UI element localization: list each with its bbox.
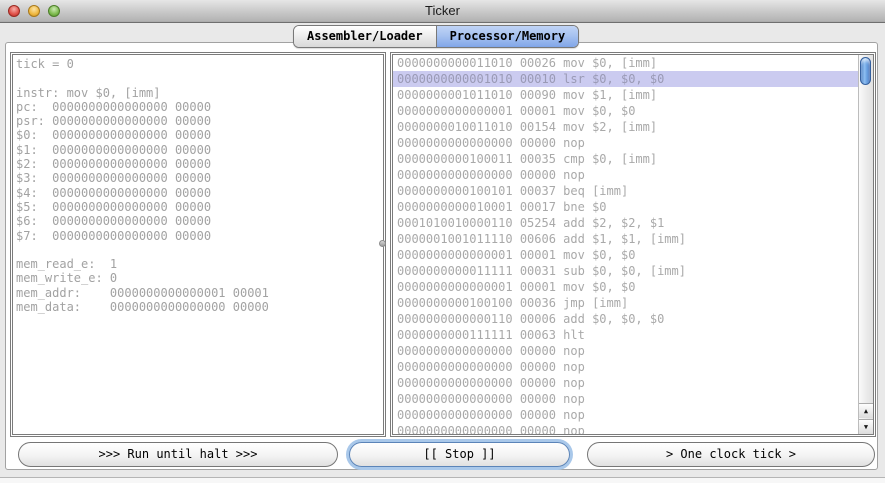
app-window: Ticker Assembler/Loader Processor/Memory… <box>0 0 885 483</box>
memory-inner: 0000000000011010 00026 mov $0, [imm]0000… <box>392 54 874 435</box>
title-bar: Ticker <box>0 0 885 23</box>
run-until-halt-button[interactable]: >>> Run until halt >>> <box>18 442 338 467</box>
memory-row[interactable]: 0000000000100101 00037 beq [imm] <box>393 183 858 199</box>
memory-row[interactable]: 0001010010000110 05254 add $2, $2, $1 <box>393 215 858 231</box>
one-clock-tick-button[interactable]: > One clock tick > <box>587 442 875 467</box>
splitter-handle[interactable] <box>379 240 386 247</box>
window-title: Ticker <box>0 0 885 22</box>
memory-row[interactable]: 0000000000011111 00031 sub $0, $0, [imm] <box>393 263 858 279</box>
memory-scrollbar[interactable]: ▲ ▼ <box>858 55 873 434</box>
memory-row[interactable]: 0000000000100011 00035 cmp $0, [imm] <box>393 151 858 167</box>
memory-row[interactable]: 0000000000010001 00017 bne $0 <box>393 199 858 215</box>
scroll-up-button[interactable]: ▲ <box>859 403 873 418</box>
memory-row[interactable]: 0000000000000000 00000 nop <box>393 407 858 423</box>
window-bottom-edge <box>0 477 885 483</box>
memory-row[interactable]: 0000000000111111 00063 hlt <box>393 327 858 343</box>
memory-row[interactable]: 0000000000000001 00001 mov $0, $0 <box>393 279 858 295</box>
scroll-down-button[interactable]: ▼ <box>859 419 873 434</box>
memory-row[interactable]: 0000000001011010 00090 mov $1, [imm] <box>393 87 858 103</box>
tab-processor-memory[interactable]: Processor/Memory <box>437 26 579 47</box>
memory-row[interactable]: 0000000000000001 00001 mov $0, $0 <box>393 247 858 263</box>
memory-row[interactable]: 0000000000000110 00006 add $0, $0, $0 <box>393 311 858 327</box>
memory-row[interactable]: 0000000000011010 00026 mov $0, [imm] <box>393 55 858 71</box>
scrollbar-thumb[interactable] <box>860 57 871 85</box>
memory-row[interactable]: 0000000000000000 00000 nop <box>393 167 858 183</box>
memory-list: 0000000000011010 00026 mov $0, [imm]0000… <box>393 55 858 434</box>
processor-state-panel: tick = 0 instr: mov $0, [imm] pc: 000000… <box>10 52 386 437</box>
stop-button[interactable]: [[ Stop ]] <box>349 442 570 467</box>
memory-row[interactable]: 0000000000000000 00000 nop <box>393 423 858 434</box>
processor-state-inner: tick = 0 instr: mov $0, [imm] pc: 000000… <box>12 54 384 435</box>
memory-row[interactable]: 0000000000100100 00036 jmp [imm] <box>393 295 858 311</box>
memory-row[interactable]: 0000000000000000 00000 nop <box>393 343 858 359</box>
tab-assembler-loader[interactable]: Assembler/Loader <box>294 26 437 47</box>
memory-row[interactable]: 0000000000000000 00000 nop <box>393 375 858 391</box>
arrow-down-icon: ▼ <box>864 423 868 431</box>
tab-bar: Assembler/Loader Processor/Memory <box>293 25 579 48</box>
memory-row[interactable]: 0000000010011010 00154 mov $2, [imm] <box>393 119 858 135</box>
memory-panel: 0000000000011010 00026 mov $0, [imm]0000… <box>390 52 876 437</box>
processor-state-text: tick = 0 instr: mov $0, [imm] pc: 000000… <box>13 55 383 316</box>
memory-row[interactable]: 0000001001011110 00606 add $1, $1, [imm] <box>393 231 858 247</box>
memory-row[interactable]: 0000000000000000 00000 nop <box>393 391 858 407</box>
arrow-up-icon: ▲ <box>864 407 868 415</box>
memory-row[interactable]: 0000000000000001 00001 mov $0, $0 <box>393 103 858 119</box>
memory-row[interactable]: 0000000000000000 00000 nop <box>393 135 858 151</box>
memory-row[interactable]: 0000000000000000 00000 nop <box>393 359 858 375</box>
memory-row[interactable]: 0000000000001010 00010 lsr $0, $0, $0 <box>393 71 858 87</box>
